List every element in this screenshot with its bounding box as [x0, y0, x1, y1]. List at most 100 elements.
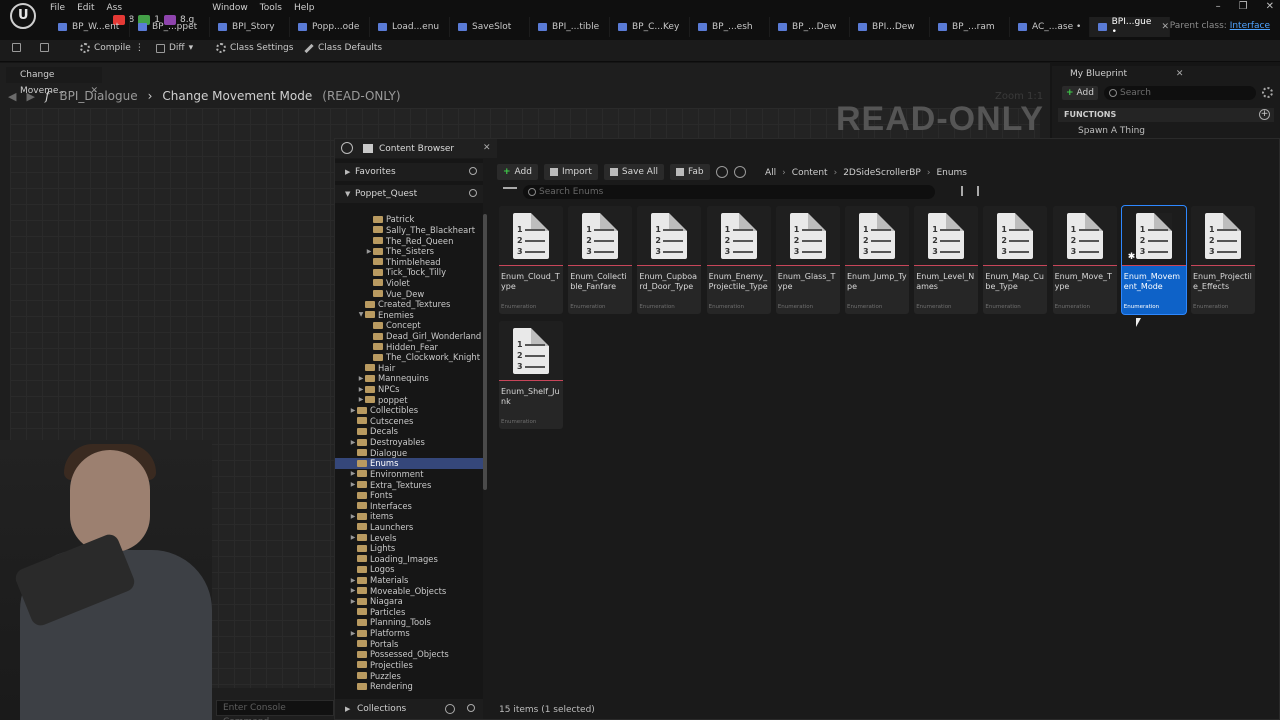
folder-tree-item[interactable]: ▶ Moveable_Objects [335, 585, 483, 596]
folder-tree-item[interactable]: ▶ items [335, 511, 483, 522]
filter-icon[interactable] [503, 187, 517, 197]
editor-tab[interactable]: BP_...ram [930, 17, 1010, 37]
more-options-icon[interactable]: ⋮ [135, 43, 144, 53]
folder-tree-item[interactable]: Vue_Dew [335, 288, 483, 299]
editor-tab[interactable]: BPI_Story [210, 17, 290, 37]
close-icon[interactable]: ✕ [1176, 69, 1184, 79]
editor-tab[interactable]: Load...enu [370, 17, 450, 37]
functions-section[interactable]: FUNCTIONS + [1058, 108, 1274, 122]
asset-tile[interactable]: 1 2 3 Enum_Map_Cube_Type Enumeration [983, 206, 1048, 314]
folder-tree-item[interactable]: Cutscenes [335, 416, 483, 427]
path-content[interactable]: Content [792, 168, 828, 178]
chevron-right-icon[interactable]: ▶ [349, 630, 357, 637]
folder-tree-item[interactable]: Decals [335, 426, 483, 437]
asset-tile[interactable]: 1 2 3 Enum_Level_Names Enumeration [914, 206, 979, 314]
close-window-icon[interactable]: ✕ [1266, 1, 1274, 12]
editor-tab[interactable]: Popp...ode [290, 17, 370, 37]
history-back-icon[interactable] [715, 166, 728, 178]
chevron-right-icon[interactable]: ▶ [349, 470, 357, 477]
editor-tab[interactable]: BPI...gue • ✕ [1090, 17, 1170, 37]
close-icon[interactable]: ✕ [1161, 22, 1169, 32]
asset-tile[interactable]: 1 2 3 Enum_Collectible_Fanfare Enumeration [568, 206, 633, 314]
folder-tree-item[interactable]: The_Clockwork_Knight [335, 352, 483, 363]
folder-tree-item[interactable]: ▶ Materials [335, 575, 483, 586]
my-blueprint-search-input[interactable]: Search [1104, 86, 1256, 100]
console-input[interactable]: Enter Console Command [216, 700, 334, 720]
add-button[interactable]: + Add [497, 164, 538, 180]
folder-tree-item[interactable]: Violet [335, 278, 483, 289]
folder-tree-item[interactable]: Thimblehead [335, 256, 483, 267]
folder-tree-item[interactable]: Concept [335, 320, 483, 331]
compile-button[interactable]: Compile ⋮ [80, 43, 144, 53]
fab-button[interactable]: Fab [669, 164, 710, 180]
asset-tile[interactable]: 1 2 3 Enum_Projectile_Effects Enumeration [1191, 206, 1255, 314]
folder-tree-item[interactable]: Created_Textures [335, 299, 483, 310]
folder-tree-item[interactable]: Lights [335, 543, 483, 554]
function-item[interactable]: Spawn A Thing [1078, 126, 1145, 136]
asset-tile[interactable]: 1 2 3 Enum_Cloud_Type Enumeration [499, 206, 563, 314]
folder-tree-item[interactable]: Possessed_Objects [335, 649, 483, 660]
chevron-right-icon[interactable]: ▶ [349, 439, 357, 446]
editor-tab[interactable]: SaveSlot [450, 17, 530, 37]
folder-tree-item[interactable]: The_Red_Queen [335, 235, 483, 246]
browse-button[interactable] [40, 43, 49, 52]
chevron-right-icon[interactable]: ▶ [349, 534, 357, 541]
path-all[interactable]: All [765, 168, 776, 178]
chevron-right-icon[interactable]: ▶ [349, 481, 357, 488]
path-enums[interactable]: Enums [936, 168, 967, 178]
folder-tree-item[interactable]: ▶ poppet [335, 394, 483, 405]
sort-icon[interactable] [961, 186, 979, 196]
folder-tree-item[interactable]: ▶ Levels [335, 532, 483, 543]
folder-tree-item[interactable]: ▶ Destroyables [335, 437, 483, 448]
chevron-right-icon[interactable]: ▶ [365, 248, 373, 255]
asset-search-input[interactable]: Search Enums [523, 185, 935, 199]
folder-tree-item[interactable]: Sally_The_Blackheart [335, 225, 483, 236]
asset-tile[interactable]: 1 2 3 Enum_Enemy_Projectile_Type Enumeration [706, 206, 771, 314]
chevron-down-icon[interactable]: ▼ [357, 311, 365, 318]
folder-tree-item[interactable]: ▶ Environment [335, 469, 483, 480]
diff-button[interactable]: Diff ▾ [156, 43, 193, 53]
tree-scrollbar[interactable] [483, 214, 487, 490]
folder-tree-item[interactable]: ▼ Enemies [335, 309, 483, 320]
editor-tab[interactable]: BP_...Dew [770, 17, 850, 37]
asset-tile[interactable]: 1 2 3 Enum_Jump_Type Enumeration [845, 206, 909, 314]
asset-tile[interactable]: 1 2 3 Enum_Shelf_Junk Enumeration [499, 321, 563, 429]
folder-tree-item[interactable]: ▶ Extra_Textures [335, 479, 483, 490]
search-icon[interactable] [469, 189, 477, 197]
minimize-icon[interactable]: – [1216, 1, 1221, 12]
folder-tree-item[interactable]: ▶ Mannequins [335, 373, 483, 384]
graph-tab[interactable]: Change Moveme... ✕ [6, 67, 102, 96]
editor-tab[interactable]: BPI_...tible [530, 17, 610, 37]
chevron-right-icon[interactable]: ▶ [349, 407, 357, 414]
import-button[interactable]: Import [543, 164, 598, 180]
add-collection-icon[interactable] [445, 704, 455, 714]
folder-tree-item[interactable]: ▶ The_Sisters [335, 246, 483, 257]
forward-arrow-icon[interactable]: ▶ [26, 90, 34, 103]
editor-tab[interactable]: BP_C...Key [610, 17, 690, 37]
close-icon[interactable]: ✕ [483, 143, 491, 153]
folder-tree-item[interactable]: Launchers [335, 522, 483, 533]
folder-tree-item[interactable]: Tick_Tock_Tilly [335, 267, 483, 278]
chevron-right-icon[interactable]: ▶ [357, 396, 365, 403]
folder-tree-item[interactable]: Projectiles [335, 660, 483, 671]
content-browser-tab[interactable]: Content Browser ✕ [335, 139, 497, 158]
asset-tile[interactable]: 1 2 3 Enum_Cupboard_Door_Type Enumeration [637, 206, 702, 314]
folder-tree-item[interactable]: Hair [335, 363, 483, 374]
folder-tree-item[interactable]: Dead_Girl_Wonderland [335, 331, 483, 342]
gear-icon[interactable] [1262, 87, 1273, 98]
folder-tree-item[interactable]: Loading_Images [335, 554, 483, 565]
add-function-icon[interactable]: + [1259, 109, 1270, 120]
chevron-right-icon[interactable]: ▶ [349, 577, 357, 584]
path-2dsidescrollerbp[interactable]: 2DSideScrollerBP [843, 168, 921, 178]
folder-tree-item[interactable]: ▶ NPCs [335, 384, 483, 395]
breadcrumb-blueprint[interactable]: BPI_Dialogue [59, 89, 137, 103]
folder-tree-item[interactable]: Logos [335, 564, 483, 575]
asset-tile[interactable]: 1 2 3 ✱ Enum_Movement_Mode Enumeration [1121, 206, 1186, 314]
chevron-right-icon[interactable]: ▶ [357, 375, 365, 382]
folder-tree-item[interactable]: Particles [335, 607, 483, 618]
folder-tree-item[interactable]: ▶ Platforms [335, 628, 483, 639]
chevron-right-icon[interactable]: ▶ [357, 386, 365, 393]
history-forward-icon[interactable] [733, 166, 746, 178]
editor-tab[interactable]: BP_...ppet [130, 17, 210, 37]
class-settings-button[interactable]: Class Settings [216, 43, 293, 53]
